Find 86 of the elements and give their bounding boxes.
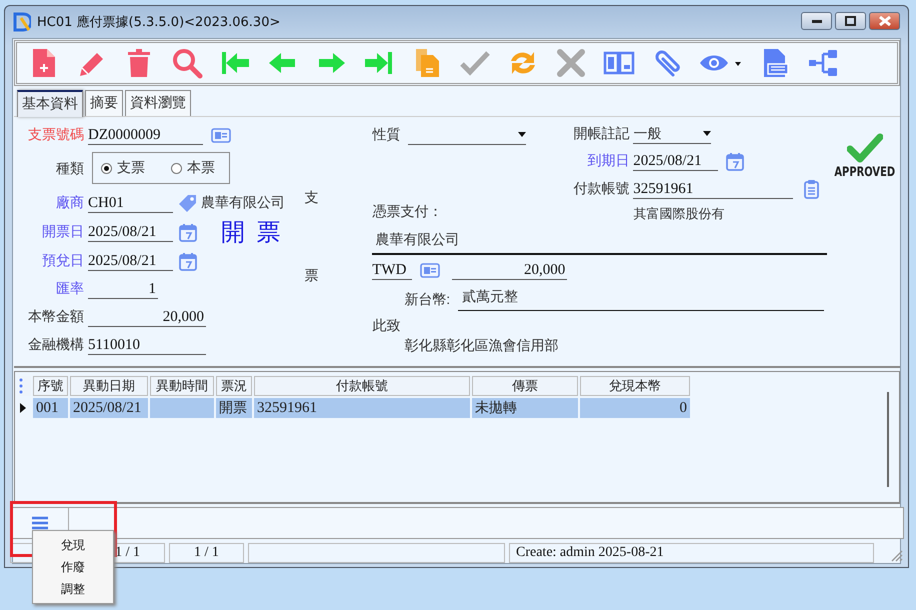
hierarchy-icon (807, 47, 839, 79)
column-header[interactable]: 兌現本幣 (580, 376, 690, 396)
field-label: 性質 (372, 126, 400, 144)
status-label: 開 票 (221, 217, 283, 248)
field-label: 本幣金額 (27, 308, 84, 326)
input-field[interactable]: 1 (88, 279, 158, 299)
field-label: 預兌日 (41, 252, 84, 270)
radio-icon[interactable] (101, 162, 112, 174)
input-field[interactable]: 32591961 (633, 179, 794, 199)
tab[interactable]: 資料瀏覽 (125, 90, 191, 116)
status-text: 1 / 1 (169, 543, 244, 563)
column-header[interactable]: 序號 (33, 376, 68, 396)
field-label: 到期日 (586, 152, 630, 170)
dropdown[interactable]: 一般 (633, 124, 712, 144)
column-header[interactable]: 異動時間 (150, 376, 214, 396)
column-header[interactable]: 付款帳號 (254, 376, 470, 396)
calendar-icon[interactable] (726, 152, 744, 170)
account-name: 其富國際股份有 (633, 205, 726, 223)
column-header[interactable]: 票況 (216, 376, 252, 396)
input-field[interactable]: 2025/08/21 (88, 222, 173, 242)
input-field[interactable]: 2025/08/21 (633, 151, 718, 171)
table-cell: 未拋轉 (472, 398, 578, 418)
search-button[interactable] (171, 47, 203, 79)
maximize-button[interactable] (835, 12, 866, 30)
id-card-icon[interactable] (420, 262, 440, 278)
input-field[interactable]: 2025/08/21 (88, 251, 173, 271)
radio-option[interactable]: 支票 (101, 159, 145, 177)
vendor-name: 農華有限公司 (201, 194, 285, 212)
tab[interactable]: 摘要 (85, 90, 123, 116)
input-field[interactable]: 5110010 (88, 335, 206, 355)
status-text: Create: admin 2025-08-21 (509, 543, 874, 563)
table-cell: 32591961 (254, 398, 470, 418)
field-label: 付款帳號 (572, 180, 630, 198)
input-field[interactable]: DZ0000009 (88, 125, 203, 145)
close-button[interactable] (869, 12, 900, 30)
radio-label: 本票 (187, 159, 215, 177)
caret-icon (518, 132, 526, 137)
amount-in-words: 貳萬元整 (458, 288, 824, 311)
x-icon (555, 47, 587, 79)
field-label: 種類 (55, 160, 84, 178)
radio-icon[interactable] (171, 162, 182, 174)
amount-field[interactable]: 20,000 (452, 260, 568, 280)
side-label: 票 (304, 267, 319, 285)
close-icon (878, 16, 890, 26)
tag-icon (177, 194, 197, 212)
field-label: 金融機構 (27, 336, 84, 354)
calendar-icon[interactable] (179, 252, 197, 270)
table-cell: 開票 (216, 398, 252, 418)
side-label: 支 (304, 189, 319, 207)
table-cell: 2025/08/21 (70, 398, 148, 418)
clipboard-icon[interactable] (803, 179, 820, 199)
id-card-icon[interactable] (211, 126, 231, 144)
radio-option[interactable]: 本票 (171, 159, 215, 177)
approved-label: APPROVED (834, 165, 896, 180)
minimize-icon (812, 17, 822, 25)
field-label: 匯率 (55, 280, 84, 298)
search-icon (171, 47, 203, 79)
window-title: HC01 應付票據(5.3.5.0)<2023.06.30> (37, 14, 282, 31)
grip-icon (19, 377, 23, 396)
column-header[interactable]: 異動日期 (70, 376, 148, 396)
row-pointer-icon (19, 402, 27, 414)
table-cell: 001 (33, 398, 68, 418)
menu-item[interactable]: 調整 (33, 578, 113, 600)
currency-field[interactable]: TWD (372, 260, 412, 280)
app-logo-icon (13, 12, 31, 32)
tab[interactable]: 基本資料 (17, 90, 83, 117)
field-label: 支票號碼 (27, 126, 84, 144)
bank-name: 彰化縣彰化區漁會信用部 (404, 337, 558, 355)
table-cell: 0 (580, 398, 690, 418)
input-field[interactable]: 20,000 (88, 307, 206, 327)
payee-name: 農華有限公司 (372, 231, 828, 255)
input-field[interactable]: CH01 (88, 193, 173, 213)
calendar-icon[interactable] (179, 222, 197, 242)
pay-label: 憑票支付： (372, 203, 444, 221)
caret-icon (703, 131, 712, 136)
column-header[interactable]: 傳票 (472, 376, 578, 396)
maximize-icon (845, 16, 856, 26)
hierarchy-button[interactable] (807, 47, 839, 79)
words-label: 新台幣: (404, 290, 450, 308)
minimize-button[interactable] (801, 12, 832, 30)
closing-text: 此致 (372, 317, 400, 335)
menu-icon (32, 516, 48, 530)
radio-label: 支票 (117, 159, 145, 177)
field-label: 開帳註記 (572, 125, 630, 143)
field-label: 開票日 (41, 223, 84, 241)
field-label: 廠商 (55, 194, 84, 212)
